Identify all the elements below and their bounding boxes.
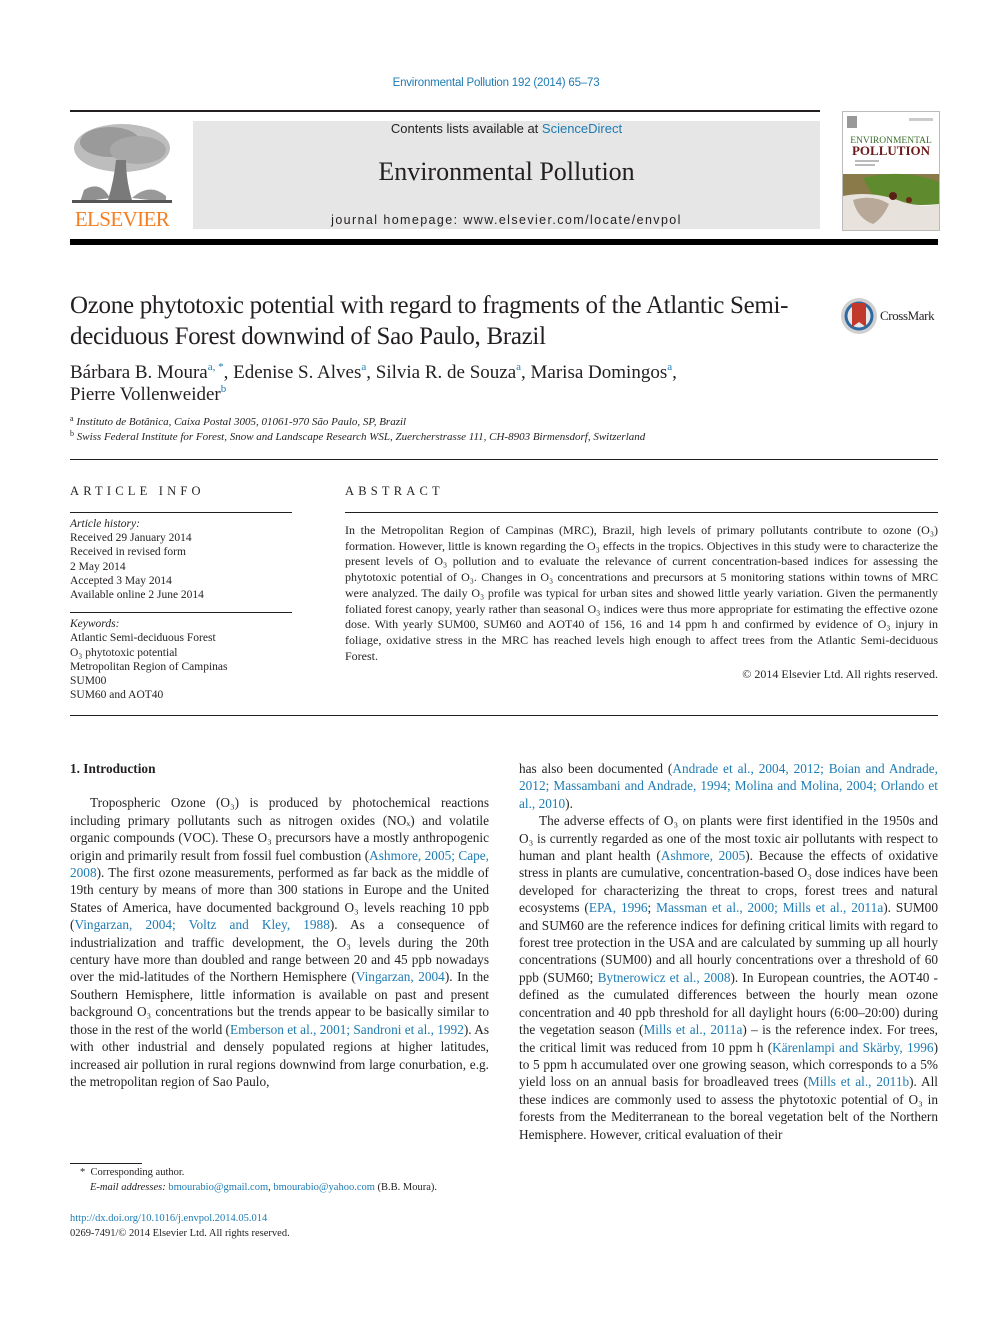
journal-cover-image: ENVIRONMENTAL POLLUTION [843, 112, 939, 230]
contents-prefix: Contents lists available at [390, 121, 542, 136]
paragraph-text: ). [565, 795, 573, 811]
citation-link[interactable]: Mills et al., 2011b [808, 1074, 909, 1089]
author[interactable]: Pierre Vollenweider [70, 384, 221, 405]
paragraph-text: has also been documented ( [519, 761, 673, 776]
history-label: Article history: [70, 518, 140, 530]
history-item: Received in revised form [70, 546, 186, 559]
corresponding-author-footnote: * Corresponding author. E-mail addresses… [70, 1165, 500, 1195]
crossmark-badge[interactable]: CrossMark [840, 296, 940, 336]
citation-link[interactable]: Emberson et al., 2001; Sandroni et al., … [230, 1022, 464, 1037]
body-paragraph: Tropospheric Ozone (O₃) is produced by p… [70, 794, 489, 1090]
email-link[interactable]: bmourabio@yahoo.com [273, 1182, 375, 1193]
divider [70, 512, 292, 513]
citation-link[interactable]: Kärenlampi and Skärby, 1996 [772, 1040, 933, 1055]
body-paragraph: The adverse effects of O₃ on plants were… [519, 812, 938, 1143]
keyword-list: Atlantic Semi-deciduous Forest O₃ phytoto… [70, 631, 292, 702]
journal-masthead: Contents lists available at ScienceDirec… [193, 121, 820, 229]
citation-link[interactable]: Mills et al., 2011a [643, 1022, 742, 1037]
contents-line: Contents lists available at ScienceDirec… [193, 121, 820, 136]
right-paragraphs: has also been documented (Andrade et al.… [519, 760, 938, 1143]
left-paragraphs: Tropospheric Ozone (O₃) is produced by p… [70, 794, 489, 1090]
journal-homepage[interactable]: journal homepage: www.elsevier.com/locat… [193, 213, 820, 227]
elsevier-logo[interactable]: ELSEVIER [70, 120, 174, 232]
author-affiliation-mark[interactable]: a [516, 361, 521, 373]
citation-link[interactable]: Vingarzan, 2004 [356, 969, 445, 984]
footnote-mark: * [80, 1167, 86, 1178]
journal-name: Environmental Pollution [378, 157, 635, 186]
author[interactable]: Bárbara B. Moura [70, 362, 208, 383]
email-link[interactable]: bmourabio@gmail.com [168, 1182, 268, 1193]
elsevier-tree-icon [70, 120, 174, 206]
footnote-rule [70, 1163, 142, 1164]
keyword-item: O₃ phytotoxic potential [70, 646, 178, 659]
citation-link[interactable]: Vingarzan, 2004; Voltz and Kley, 1988 [74, 917, 329, 932]
affiliation-text: Instituto de Botânica, Caixa Postal 3005… [76, 416, 407, 428]
history-list: Received 29 January 2014 Received in revi… [70, 531, 292, 602]
history-item: Received 29 January 2014 [70, 532, 192, 545]
sciencedirect-link[interactable]: ScienceDirect [542, 121, 622, 136]
divider [70, 715, 938, 716]
author-affiliation-mark[interactable]: a [361, 361, 366, 373]
body-left-column: 1. Introduction Tropospheric Ozone (O₃) … [70, 760, 489, 1090]
history-item: Accepted 3 May 2014 [70, 574, 172, 587]
article-title: Ozone phytotoxic potential with regard t… [70, 292, 789, 350]
article-info-heading: ARTICLE INFO [70, 484, 205, 498]
author[interactable]: Edenise S. Alves [233, 362, 361, 383]
header-rule [70, 110, 820, 112]
article-info: ARTICLE INFO Article history: Received 2… [70, 484, 292, 702]
crossmark-icon [841, 298, 877, 334]
keyword-item: SUM00 [70, 675, 107, 688]
keyword-item: SUM60 and AOT40 [70, 689, 164, 702]
author-affiliation-mark[interactable]: a [667, 361, 672, 373]
citation-link[interactable]: Bytnerowicz et al., 2008 [598, 970, 731, 985]
keywords-label: Keywords: [70, 618, 120, 631]
keyword-item: Atlantic Semi-deciduous Forest [70, 632, 216, 645]
elsevier-wordmark: ELSEVIER [74, 207, 170, 231]
divider [345, 512, 938, 513]
abstract-copyright: © 2014 Elsevier Ltd. All rights reserved… [742, 667, 938, 682]
citation-link[interactable]: Ashmore, 2005 [661, 848, 745, 863]
abstract-heading: ABSTRACT [345, 484, 444, 498]
issn-line: 0269-7491/© 2014 Elsevier Ltd. All right… [70, 1228, 290, 1239]
footnote-corresponding: Corresponding author. [90, 1167, 185, 1178]
divider [70, 612, 292, 614]
affiliation-text: Swiss Federal Institute for Forest, Snow… [76, 431, 646, 443]
journal-citation[interactable]: Environmental Pollution 192 (2014) 65–73 [0, 77, 992, 89]
affiliation-mark: b [70, 429, 74, 438]
citation-link[interactable]: EPA, 1996 [589, 900, 648, 915]
doi-block: http://dx.doi.org/10.1016/j.envpol.2014.… [70, 1211, 500, 1241]
author[interactable]: Silvia R. de Souza [376, 362, 516, 383]
divider [70, 459, 938, 460]
paragraph-text: ; [647, 900, 657, 916]
abstract-text: In the Metropolitan Region of Campinas (… [345, 523, 938, 663]
author-list: Bárbara B. Mouraa, *, Edenise S. Alvesa,… [70, 361, 677, 406]
history-item: Available online 2 June 2014 [70, 589, 204, 602]
history-item: 2 May 2014 [70, 560, 126, 573]
keyword-item: Metropolitan Region of Campinas [70, 660, 228, 673]
affiliation-mark: a [70, 414, 74, 423]
body-right-column: has also been documented (Andrade et al.… [519, 760, 938, 1143]
author[interactable]: Marisa Domingos [531, 362, 668, 383]
doi-link[interactable]: http://dx.doi.org/10.1016/j.envpol.2014.… [70, 1213, 267, 1224]
citation-link[interactable]: Massman et al., 2000; Mills et al., 2011… [656, 900, 883, 915]
author-affiliation-mark[interactable]: a, * [208, 361, 224, 373]
affiliations: a Instituto de Botânica, Caixa Postal 30… [70, 415, 930, 445]
cover-title-line2: POLLUTION [852, 143, 931, 158]
section-heading: 1. Introduction [70, 761, 156, 776]
crossmark-label: CrossMark [880, 308, 935, 323]
body-paragraph: has also been documented (Andrade et al.… [519, 760, 938, 812]
email-suffix: (B.B. Moura). [374, 1182, 438, 1193]
email-label: E-mail addresses: [90, 1182, 166, 1193]
affiliation: a Instituto de Botânica, Caixa Postal 30… [70, 415, 930, 430]
author-affiliation-mark[interactable]: b [221, 383, 227, 395]
masthead-rule [70, 239, 938, 245]
journal-cover-thumbnail[interactable]: ENVIRONMENTAL POLLUTION [842, 111, 940, 231]
abstract: ABSTRACT In the Metropolitan Region of C… [345, 484, 938, 682]
affiliation: b Swiss Federal Institute for Forest, Sn… [70, 430, 930, 445]
